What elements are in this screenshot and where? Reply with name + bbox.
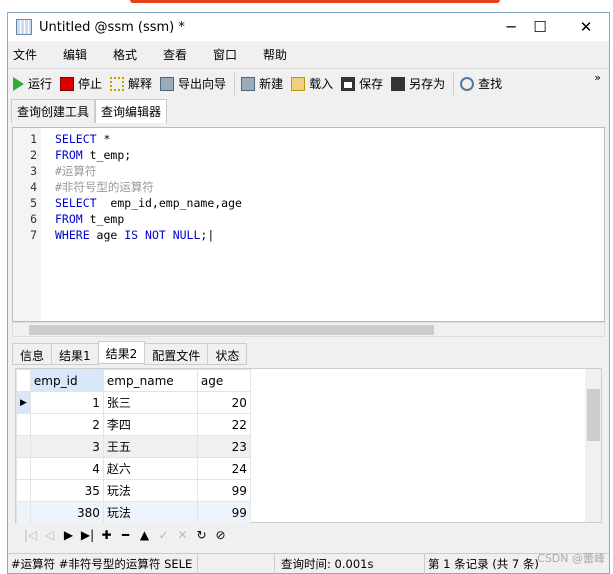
next-record-button[interactable]: ▶ (59, 528, 78, 542)
record-navigator: |◁ ◁ ▶ ▶| ✚ ━ ▲ ✓ ✕ ↻ ⊘ (15, 523, 602, 547)
menu-bar: 文件 编辑 格式 查看 窗口 帮助 (8, 41, 609, 68)
window-title: Untitled @ssm (ssm) * (39, 19, 185, 35)
menu-view[interactable]: 查看 (158, 46, 208, 63)
grid-vertical-scrollbar[interactable] (585, 369, 601, 522)
new-button[interactable]: 新建 (241, 75, 283, 92)
menu-window[interactable]: 窗口 (208, 46, 258, 63)
folder-icon (291, 76, 306, 91)
table-row[interactable]: 35 玩法 99 (16, 479, 251, 502)
menu-file[interactable]: 文件 (8, 46, 58, 63)
save-button[interactable]: 保存 (341, 75, 383, 92)
explain-button[interactable]: 解释 (110, 75, 152, 92)
sql-editor[interactable]: 1 2 3 4 5 6 7 SELECT * FROM t_emp; #运算符 #非符… (12, 127, 605, 322)
app-icon (16, 19, 32, 35)
edit-record-button[interactable]: ▲ (135, 528, 154, 542)
table-row[interactable]: ▶ 1 张三 20 (16, 391, 251, 414)
menu-help[interactable]: 帮助 (258, 46, 308, 63)
watermark: CSDN @蕾峰 (537, 552, 605, 565)
tab-result2[interactable]: 结果2 (97, 341, 146, 364)
delete-record-button[interactable]: ━ (116, 528, 135, 542)
menu-edit[interactable]: 编辑 (58, 46, 108, 63)
tab-profile[interactable]: 配置文件 (144, 343, 209, 365)
find-button[interactable]: 查找 (460, 75, 502, 92)
toolbar-overflow-button[interactable]: » (594, 71, 601, 84)
menu-format[interactable]: 格式 (108, 46, 158, 63)
result-grid: emp_id emp_name age ▶ 1 张三 20 2 李四 22 3 王五 23 4 赵六… (15, 368, 602, 524)
status-bar: #运算符 #非符号型的运算符 SELE 查询时间: 0.001s 第 1 条记录… (8, 553, 609, 574)
column-header[interactable]: emp_name (102, 369, 198, 392)
title-bar: Untitled @ssm (ssm) * ─ ☐ ✕ (8, 13, 609, 41)
tab-query-builder[interactable]: 查询创建工具 (11, 99, 96, 123)
stop-icon (60, 76, 75, 91)
status-query-time: 查询时间: 0.001s (275, 554, 425, 574)
table-row[interactable]: 2 李四 22 (16, 413, 251, 436)
stop-button[interactable]: ⊘ (211, 528, 230, 542)
result-tabs: 信息 结果1 结果2 配置文件 状态 (12, 341, 248, 365)
refresh-button[interactable]: ↻ (192, 528, 211, 542)
table-row[interactable]: 3 王五 23 (16, 435, 251, 458)
background-banner (130, 0, 500, 3)
table-row[interactable]: 4 赵六 24 (16, 457, 251, 480)
status-sql: #运算符 #非符号型的运算符 SELE (8, 554, 198, 574)
column-header[interactable]: emp_id (29, 369, 104, 392)
tab-status[interactable]: 状态 (207, 343, 248, 365)
scrollbar-thumb[interactable] (29, 325, 434, 335)
stop-button[interactable]: 停止 (60, 75, 102, 92)
play-icon (13, 76, 24, 91)
new-query-icon (241, 76, 256, 91)
line-number-gutter: 1 2 3 4 5 6 7 (13, 128, 41, 321)
load-button[interactable]: 载入 (291, 75, 333, 92)
tab-info[interactable]: 信息 (12, 343, 53, 365)
last-record-button[interactable]: ▶| (78, 528, 97, 542)
close-button[interactable]: ✕ (563, 13, 609, 41)
toolbar-divider (234, 72, 236, 95)
export-wizard-button[interactable]: 导出向导 (160, 75, 226, 92)
export-icon (160, 76, 175, 91)
current-row-indicator: ▶ (16, 391, 31, 414)
tab-query-editor[interactable]: 查询编辑器 (95, 99, 168, 123)
result-table: emp_id emp_name age ▶ 1 张三 20 2 李四 22 3 王五 23 4 赵六… (16, 369, 251, 524)
sql-code[interactable]: SELECT * FROM t_emp; #运算符 #非符号型的运算符 SELECT e… (55, 131, 242, 243)
run-button[interactable]: 运行 (13, 75, 52, 92)
save-as-icon (391, 76, 406, 91)
table-row[interactable]: 380 玩法 99 (16, 501, 251, 524)
prev-record-button[interactable]: ◁ (40, 528, 59, 542)
editor-tabs: 查询创建工具 查询编辑器 (8, 98, 609, 123)
first-record-button[interactable]: |◁ (21, 528, 40, 542)
app-window: Untitled @ssm (ssm) * ─ ☐ ✕ 文件 编辑 格式 查看 … (7, 12, 610, 574)
scrollbar-thumb[interactable] (587, 389, 600, 441)
column-header[interactable]: age (196, 369, 251, 392)
apply-button[interactable]: ✓ (154, 528, 173, 542)
add-record-button[interactable]: ✚ (97, 528, 116, 542)
toolbar-divider (453, 72, 455, 95)
toolbar: 运行 停止 解释 导出向导 新建 载入 保存 另存为 查找 » (8, 68, 609, 98)
cancel-button[interactable]: ✕ (173, 528, 192, 542)
editor-horizontal-scrollbar[interactable] (12, 322, 605, 337)
save-as-button[interactable]: 另存为 (391, 75, 445, 92)
search-icon (460, 76, 475, 91)
maximize-button[interactable]: ☐ (517, 13, 563, 41)
save-icon (341, 76, 356, 91)
tab-result1[interactable]: 结果1 (51, 343, 99, 365)
explain-icon (110, 76, 125, 91)
